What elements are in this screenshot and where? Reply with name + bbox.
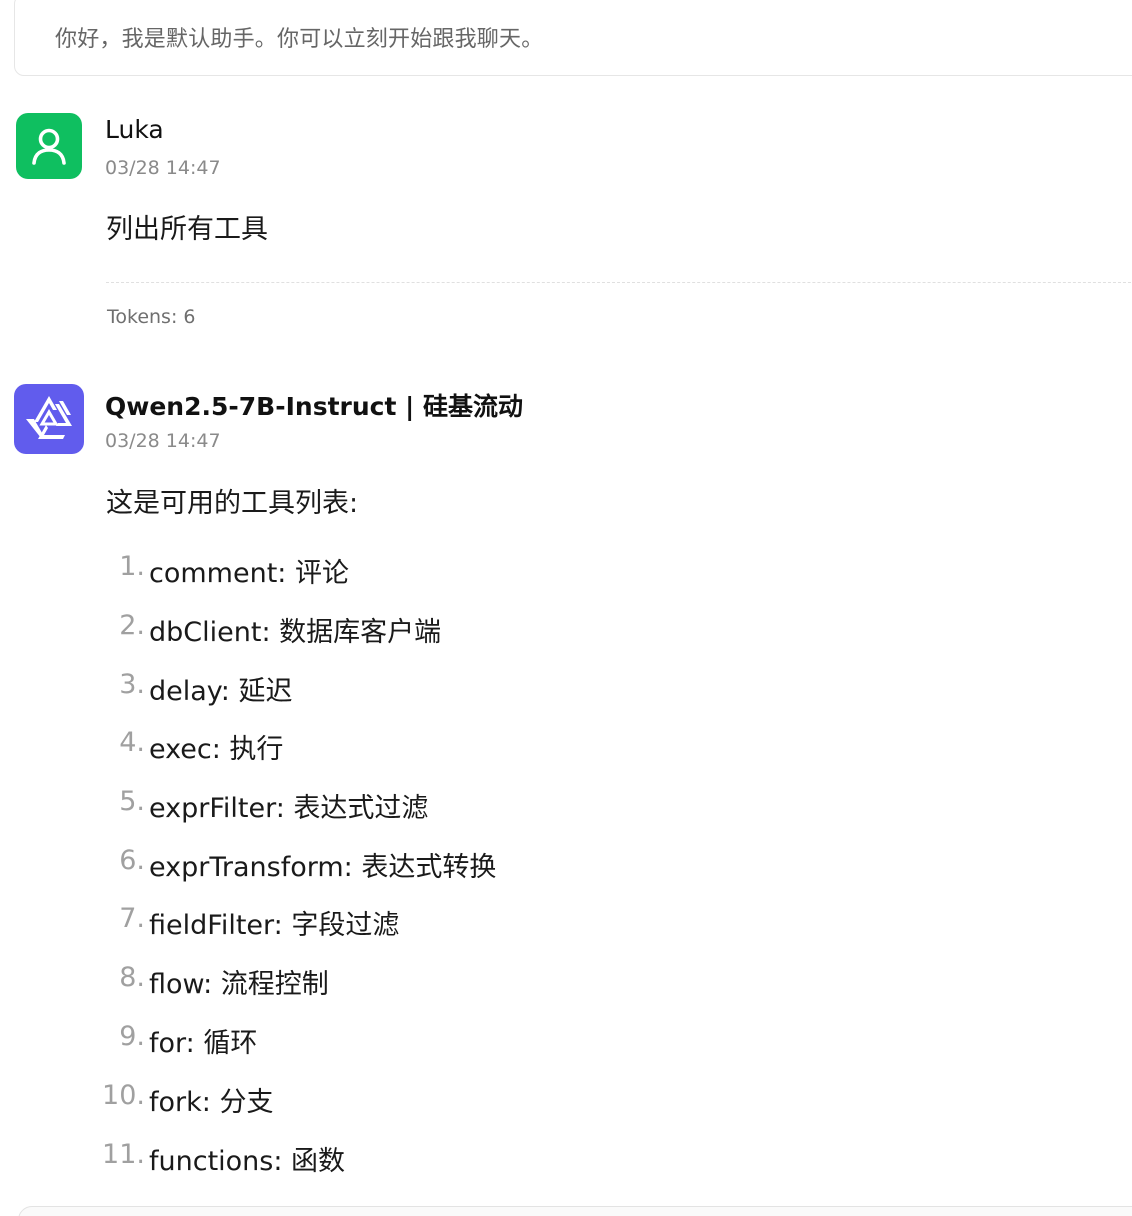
list-item-number: 5. xyxy=(119,786,145,817)
list-item-number: 6. xyxy=(119,845,145,876)
assistant-intro: 这是可用的工具列表: xyxy=(106,488,359,519)
user-avatar[interactable] xyxy=(16,113,82,179)
list-item-number: 2. xyxy=(119,610,145,641)
welcome-text: 你好，我是默认助手。你可以立刻开始跟我聊天。 xyxy=(55,27,544,52)
user-name: Luka xyxy=(105,115,164,144)
qwen-logo-icon xyxy=(26,396,72,439)
list-item-number: 11. xyxy=(102,1139,145,1170)
list-item-text: functions: 函数 xyxy=(149,1146,346,1177)
list-item-number: 1. xyxy=(119,551,145,582)
user-message-content: 列出所有工具 xyxy=(106,214,268,245)
list-item-number: 10. xyxy=(102,1080,145,1111)
assistant-avatar[interactable] xyxy=(14,384,84,454)
welcome-message: 你好，我是默认助手。你可以立刻开始跟我聊天。 xyxy=(14,0,1132,76)
list-item-text: exec: 执行 xyxy=(149,734,284,765)
list-item-number: 4. xyxy=(119,727,145,758)
list-item-text: delay: 延迟 xyxy=(149,676,293,707)
list-item-number: 8. xyxy=(119,962,145,993)
list-item-text: exprFilter: 表达式过滤 xyxy=(149,793,429,824)
list-item-number: 9. xyxy=(119,1021,145,1052)
user-message-time: 03/28 14:47 xyxy=(105,157,221,179)
message-input-area[interactable] xyxy=(18,1206,1132,1216)
list-item-text: comment: 评论 xyxy=(149,558,349,589)
assistant-message-time: 03/28 14:47 xyxy=(105,430,221,452)
assistant-name: Qwen2.5-7B-Instruct | 硅基流动 xyxy=(105,392,523,421)
chat-page: 你好，我是默认助手。你可以立刻开始跟我聊天。 Luka 03/28 14:47 … xyxy=(0,0,1132,1216)
message-divider xyxy=(106,282,1132,283)
token-count: Tokens: 6 xyxy=(107,306,196,328)
list-item-number: 7. xyxy=(119,903,145,934)
list-item-text: for: 循环 xyxy=(149,1028,258,1059)
user-icon xyxy=(32,128,66,165)
list-item-text: exprTransform: 表达式转换 xyxy=(149,852,497,883)
list-item-text: dbClient: 数据库客户端 xyxy=(149,617,442,648)
list-item-text: fork: 分支 xyxy=(149,1087,274,1118)
list-item-number: 3. xyxy=(119,669,145,700)
list-item-text: fieldFilter: 字段过滤 xyxy=(149,910,400,941)
list-item-text: flow: 流程控制 xyxy=(149,969,329,1000)
